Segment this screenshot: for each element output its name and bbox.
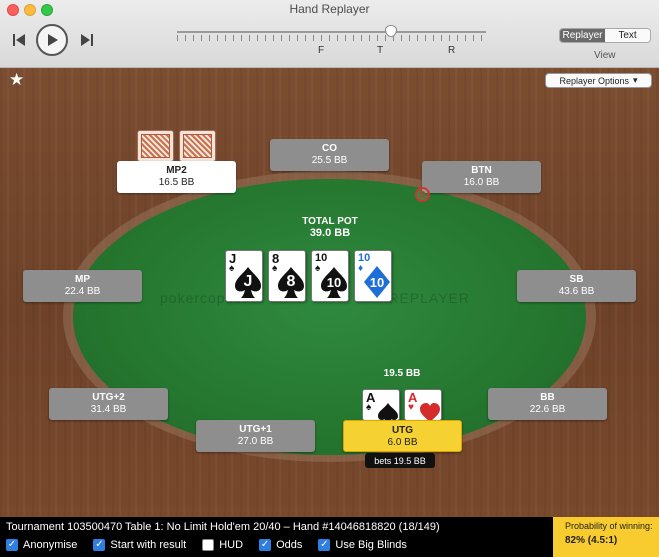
view-label: View [594,50,616,61]
checkbox-label: Use Big Blinds [335,539,407,551]
street-label-flop: F [318,45,325,56]
skip-forward-icon [81,34,93,46]
probability-value: 82% (4.5:1) [565,535,618,546]
seat-name: UTG+2 [92,392,125,403]
card-face-rank: 10 [369,274,385,290]
seat-name: MP2 [166,165,187,176]
hand-info: Tournament 103500470 Table 1: No Limit H… [6,521,440,533]
board-card: 8 ♠ 8 [268,250,306,302]
seat-stack: 6.0 BB [387,437,418,448]
seat-mp2[interactable]: MP2 16.5 BB [117,161,236,193]
checkbox-box[interactable] [202,539,215,551]
seat-utg[interactable]: UTG 6.0 BB [343,420,462,452]
street-label-river: R [448,45,456,56]
titlebar: Hand Replayer F T R Replayer Text View [0,0,659,68]
checkbox-box[interactable] [318,539,331,551]
seat-stack: 16.5 BB [158,177,195,188]
seat-utg2[interactable]: UTG+2 31.4 BB [49,388,168,420]
board-card: 10 ♦ 10 [354,250,392,302]
seat-name: SB [569,274,584,285]
total-pot-value: 39.0 BB [309,227,351,239]
replayer-options-label: Replayer Options [559,75,629,86]
street-slider-track[interactable] [177,31,486,33]
card-face-rank: 8 [286,273,296,290]
board-card: 10 ♠ 10 [311,250,349,302]
dealer-button: D [415,187,430,202]
view-segmented-control: Replayer Text [559,28,651,43]
hero-card: A ♠ [362,389,400,421]
start-with-result-checkbox[interactable]: Start with result [93,539,186,551]
checkbox-label: Anonymise [23,539,78,551]
street-label-turn: T [377,45,384,56]
seat-mp[interactable]: MP 22.4 BB [23,270,142,302]
card-face-rank: 10 [326,274,342,290]
seat-stack: 16.0 BB [463,177,500,188]
seat-name: MP [75,274,90,285]
skip-back-icon [13,34,25,46]
odds-checkbox[interactable]: Odds [259,539,302,551]
use-big-blinds-checkbox[interactable]: Use Big Blinds [318,539,407,551]
probability-label: Probability of winning: [565,521,653,531]
seat-btn[interactable]: BTN 16.0 BB [422,161,541,193]
seat-name: BTN [471,165,492,176]
checkbox-box[interactable] [6,539,18,551]
seat-name: BB [540,392,555,403]
seat-stack: 22.6 BB [529,404,566,415]
card-suit: ♠ [366,402,372,413]
card-suit: ♥ [408,402,414,413]
replayer-options-button[interactable]: Replayer Options ▾ [545,73,652,88]
previous-hand-button[interactable] [10,30,28,50]
board-card: J ♠ J [225,250,263,302]
view-text-tab[interactable]: Text [605,29,650,42]
seat-utg1[interactable]: UTG+1 27.0 BB [196,420,315,452]
seat-name: CO [322,143,337,154]
player-action-tag: bets 19.5 BB [365,453,435,468]
seat-bb[interactable]: BB 22.6 BB [488,388,607,420]
poker-table-area: pokercopilot REPLAYER ★ Replayer Options… [0,68,659,517]
street-slider-ticks [177,35,486,41]
seat-sb[interactable]: SB 43.6 BB [517,270,636,302]
hud-checkbox[interactable]: HUD [202,539,243,551]
favorite-star-icon[interactable]: ★ [9,70,24,90]
window-title: Hand Replayer [289,2,370,16]
seat-stack: 43.6 BB [558,286,595,297]
seat-name: UTG [391,425,414,436]
dropdown-arrow-icon: ▾ [633,75,638,85]
play-icon [48,34,58,46]
hero-card: A ♥ [404,389,442,421]
anonymise-checkbox[interactable]: Anonymise [6,539,77,551]
view-replayer-tab[interactable]: Replayer [560,29,605,42]
bet-amount: 19.5 BB [383,368,421,379]
seat-stack: 25.5 BB [311,155,348,166]
probability-panel: Probability of winning: 82% (4.5:1) [553,517,659,557]
mp2-card-back [179,130,216,162]
checkbox-box[interactable] [93,539,106,551]
checkbox-label: Odds [276,539,303,551]
seat-name: UTG+1 [239,424,272,435]
seat-stack: 22.4 BB [64,286,101,297]
card-face-rank: J [243,273,253,290]
seat-co[interactable]: CO 25.5 BB [270,139,389,171]
total-pot-label: TOTAL POT [302,216,358,227]
mp2-card-back [137,130,174,162]
next-hand-button[interactable] [78,30,96,50]
play-button[interactable] [36,24,68,56]
watermark-right: REPLAYER [388,290,470,306]
checkbox-box[interactable] [259,539,272,551]
seat-stack: 27.0 BB [237,436,274,447]
seat-stack: 31.4 BB [90,404,127,415]
checkbox-label: HUD [219,539,244,551]
options-checkboxes: Anonymise Start with result HUD Odds Use… [6,539,423,551]
checkbox-label: Start with result [110,539,187,551]
